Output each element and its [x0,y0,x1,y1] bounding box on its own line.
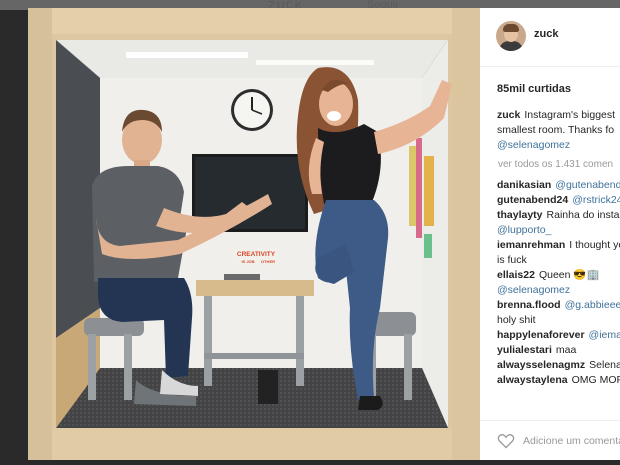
comment-username[interactable]: gutenabend24 [497,194,568,206]
comment-text: OMG MOF [571,374,620,386]
comment-item: alwaysselenagmz Selena [497,358,620,373]
comment-text[interactable]: @iema [589,329,620,341]
post-author-username[interactable]: zuck [534,28,558,40]
comment-username[interactable]: happylenaforever [497,329,585,341]
comment-username[interactable]: brenna.flood [497,299,561,311]
comment-text-continued[interactable]: @lupporto_ [497,223,620,238]
like-heart-icon[interactable] [497,433,515,449]
comment-text-continued[interactable]: @selenagomez [497,283,620,298]
add-comment-input[interactable]: Adicione um comentário [523,435,620,447]
comment-item: brenna.flood @g.abbieee [497,298,620,313]
comment-username[interactable]: alwaysselenagmz [497,359,585,371]
comment-username[interactable]: iemanrehman [497,239,565,251]
post-details-panel: zuck 85mil curtidas zuck Instagram's bigg… [480,8,620,460]
poster-line1: CREATIVITY [237,251,276,258]
comment-text-continued: holy shit [497,314,536,326]
comment-text-continued: is fuck [497,254,527,266]
comment-text: I thought you [569,239,620,251]
caption-line1: Instagram's biggest [524,109,616,121]
comment-item: alwaystaylena OMG MOF [497,373,620,388]
poster-line2: IS JOB [241,259,254,264]
comment-item: thaylayty Rainha do instag [497,208,620,223]
post-photo[interactable]: CREATIVITY IS JOB OTHER [28,8,480,460]
comments-list: zuck Instagram's biggest smallest room. T… [497,108,620,388]
comment-item: ellais22 Queen 😎🏢 [497,268,620,283]
avatar[interactable] [496,21,526,51]
caption-mention[interactable]: @selenagomez [497,138,620,153]
comment-text: Queen 😎🏢 [538,269,600,281]
caption-line2: smallest room. Thanks fo [497,124,615,136]
comment-text: maa [555,344,577,356]
comment-item: gutenabend24 @rstrick24 [497,193,620,208]
comment-username[interactable]: yulialestari [497,344,552,356]
post-header: zuck [480,8,620,67]
view-all-comments-link[interactable]: ver todos os 1.431 comen [498,157,620,172]
comment-footer: Adicione um comentário [480,420,620,460]
comment-text[interactable]: @rstrick24 [572,194,620,206]
poster-line3: OTHER [261,259,275,264]
comment-item: yulialestari maa [497,343,620,358]
comment-entries: danikasian @gutenabend gutenabend24 @rstric… [497,178,620,388]
comment-username[interactable]: alwaystaylena [497,374,568,386]
comment-username[interactable]: danikasian [497,179,551,191]
comment-text[interactable]: @g.abbieee [565,299,620,311]
comment-text: Selena [589,359,620,371]
comment-item: iemanrehman I thought you [497,238,620,253]
comment-text: Rainha do instag [546,209,620,221]
caption-username[interactable]: zuck [497,109,520,121]
likes-count[interactable]: 85mil curtidas [497,83,571,95]
caption: zuck Instagram's biggest [497,108,620,123]
comment-username[interactable]: ellais22 [497,269,535,281]
comment-item: danikasian @gutenabend [497,178,620,193]
comment-username[interactable]: thaylayty [497,209,543,221]
post-photo-illustration: CREATIVITY IS JOB OTHER [28,8,480,460]
comment-text[interactable]: @gutenabend [555,179,620,191]
comment-item: happylenaforever @iema [497,328,620,343]
